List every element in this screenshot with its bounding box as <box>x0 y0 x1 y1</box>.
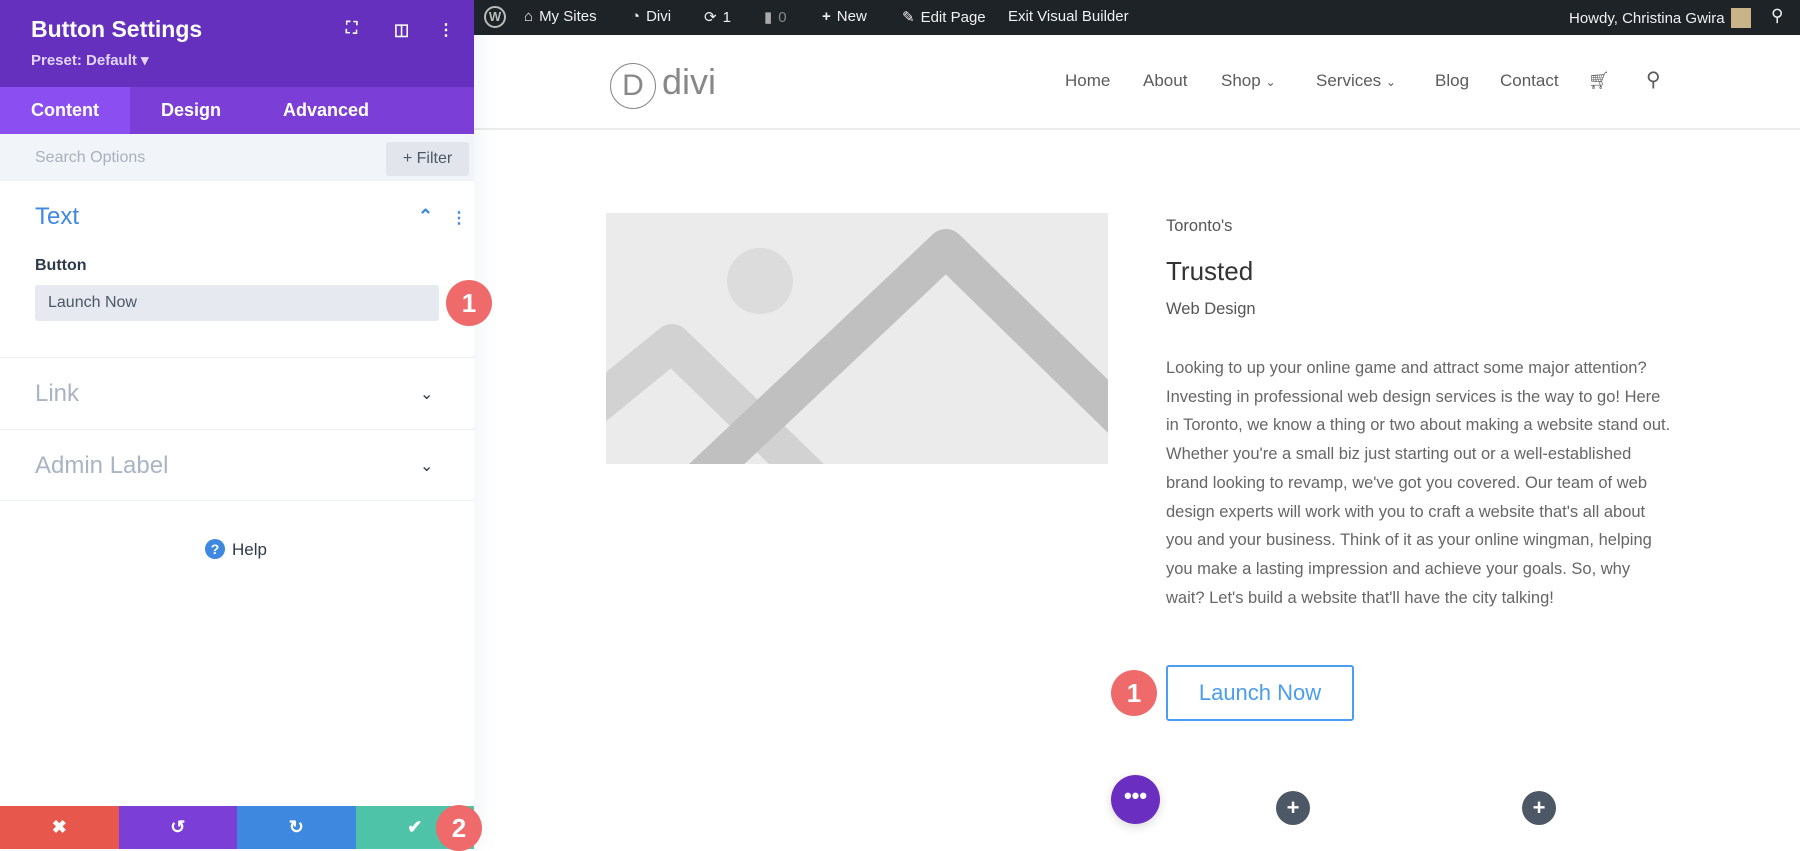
chevron-up-icon[interactable]: ⌃ <box>418 206 433 227</box>
section-admin-label-title[interactable]: Admin Label <box>35 452 168 480</box>
search-bar: Search Options + Filter <box>0 134 474 181</box>
heading: Trusted <box>1166 256 1254 286</box>
chevron-down-icon[interactable]: ⌄ <box>420 384 433 404</box>
button-field-label: Button <box>35 257 87 274</box>
nav-blog[interactable]: Blog <box>1435 71 1469 91</box>
updates-icon: ⟳ <box>704 9 717 26</box>
wordpress-logo-icon[interactable]: W <box>484 6 506 28</box>
annotation-badge: 2 <box>436 805 482 851</box>
chevron-down-icon[interactable]: ⌄ <box>420 456 433 476</box>
search-icon[interactable]: ⚲ <box>1771 6 1783 26</box>
dashboard-icon: ◔ <box>631 8 641 25</box>
sites-icon: ⌂ <box>524 8 534 25</box>
cart-icon[interactable]: 🛒︎ <box>1588 71 1610 91</box>
fullscreen-icon[interactable]: ⛶ <box>346 20 357 38</box>
subheading: Web Design <box>1166 300 1256 318</box>
edit-page-link[interactable]: ✎ Edit Page <box>902 8 986 27</box>
kicker-text: Toronto's <box>1166 217 1233 235</box>
my-sites-link[interactable]: ⌂ My Sites <box>524 8 597 25</box>
redo-button[interactable]: ↻ <box>237 806 356 849</box>
panel-title: Button Settings <box>31 16 203 42</box>
action-bar: ✖ ↺ ↻ ✔ <box>0 806 474 849</box>
comment-icon: ▮ <box>764 9 773 26</box>
divider <box>0 357 474 358</box>
section-menu-icon[interactable]: ⋮ <box>451 208 467 228</box>
cancel-button[interactable]: ✖ <box>0 806 119 849</box>
add-module-button[interactable]: + <box>1276 791 1310 825</box>
nav-services[interactable]: Services ⌄ <box>1316 71 1396 91</box>
search-input[interactable]: Search Options <box>35 149 145 167</box>
layout-icon[interactable]: ◫ <box>394 20 409 40</box>
nav-home[interactable]: Home <box>1065 71 1110 91</box>
body-paragraph: Looking to up your online game and attra… <box>1166 359 1671 607</box>
tab-advanced[interactable]: Advanced <box>252 87 400 134</box>
chevron-down-icon: ⌄ <box>1265 75 1276 89</box>
logo-text[interactable]: divi <box>662 61 716 103</box>
chevron-down-icon: ⌄ <box>1385 75 1396 89</box>
section-link-title[interactable]: Link <box>35 380 79 408</box>
comments-link[interactable]: ▮ 0 <box>764 8 787 27</box>
settings-panel: Button Settings Preset: Default ▾ ⛶ ◫ ⋮ … <box>0 0 474 849</box>
help-link[interactable]: Help <box>232 540 267 560</box>
logo-mark[interactable]: D <box>610 63 656 109</box>
site-header: D divi Home About Shop ⌄ Services ⌄ Blog… <box>474 35 1800 130</box>
divider <box>0 429 474 430</box>
tab-content[interactable]: Content <box>0 87 130 134</box>
updates-link[interactable]: ⟳ 1 <box>704 8 731 27</box>
annotation-badge: 1 <box>446 280 492 326</box>
preset-dropdown[interactable]: Preset: Default ▾ <box>31 51 149 69</box>
divider <box>0 500 474 501</box>
new-link[interactable]: + New <box>822 8 867 25</box>
launch-now-button[interactable]: Launch Now <box>1166 665 1354 721</box>
nav-shop[interactable]: Shop ⌄ <box>1221 71 1276 91</box>
search-icon[interactable]: ⚲ <box>1646 67 1661 92</box>
undo-button[interactable]: ↺ <box>118 806 237 849</box>
nav-contact[interactable]: Contact <box>1500 71 1559 91</box>
account-menu[interactable]: Howdy, Christina Gwira <box>1569 8 1751 28</box>
panel-tabs: Content Design Advanced <box>0 87 474 134</box>
filter-button[interactable]: + Filter <box>386 142 469 176</box>
tab-design[interactable]: Design <box>130 87 252 134</box>
button-text-input[interactable]: Launch Now <box>35 285 439 321</box>
exit-visual-builder-link[interactable]: Exit Visual Builder <box>1008 8 1129 25</box>
nav-about[interactable]: About <box>1143 71 1187 91</box>
module-options-button[interactable]: ••• <box>1111 775 1160 824</box>
add-module-button[interactable]: + <box>1522 791 1556 825</box>
annotation-badge: 1 <box>1111 670 1157 716</box>
pencil-icon: ✎ <box>902 9 915 26</box>
help-icon[interactable]: ? <box>205 539 225 559</box>
more-options-icon[interactable]: ⋮ <box>438 20 454 40</box>
wp-admin-bar: W ⌂ My Sites ◔ Divi ⟳ 1 ▮ 0 + New ✎ Edit Page … <box>474 0 1800 35</box>
site-link[interactable]: ◔ Divi <box>631 8 671 25</box>
section-text-title[interactable]: Text <box>35 203 79 231</box>
panel-header: Button Settings Preset: Default ▾ ⛶ ◫ ⋮ <box>0 0 474 87</box>
plus-icon: + <box>822 8 831 25</box>
image-icon <box>606 229 1108 464</box>
avatar <box>1730 8 1751 28</box>
image-placeholder[interactable] <box>606 213 1108 464</box>
